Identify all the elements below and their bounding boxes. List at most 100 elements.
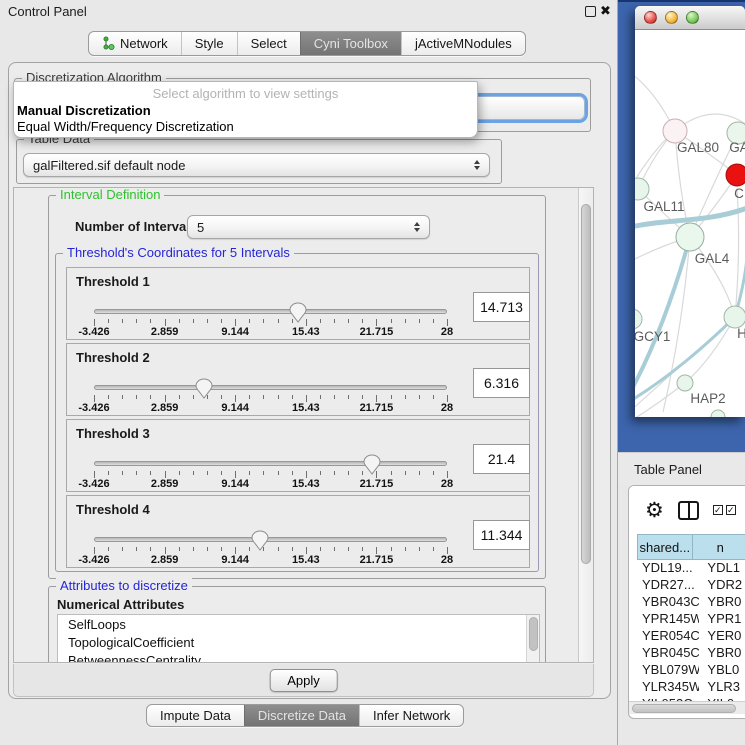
cell[interactable]: YLR345W: [637, 679, 699, 696]
table-row[interactable]: YBL079WYBL0: [629, 662, 745, 679]
tick-mark: [207, 471, 208, 475]
tick-label: -3.426: [78, 478, 109, 490]
tick-mark: [433, 547, 434, 551]
table-row[interactable]: YBR045CYBR0: [629, 645, 745, 662]
bottom-tab-bar: Impute Data Discretize Data Infer Networ…: [146, 704, 464, 727]
threshold-3-value[interactable]: 21.4: [473, 444, 530, 474]
tab-style[interactable]: Style: [181, 32, 237, 55]
table-horizontal-scrollbar-thumb[interactable]: [632, 704, 736, 713]
table-body[interactable]: YDL19...YDL1 YDR27...YDR2 YBR043CYBR0 YP…: [629, 560, 745, 701]
table-data-combo[interactable]: galFiltered.sif default node: [23, 153, 490, 177]
tab-cyni-toolbox[interactable]: Cyni Toolbox: [300, 32, 401, 55]
graph-node[interactable]: [724, 306, 745, 328]
tick-label: -3.426: [78, 402, 109, 414]
zoom-traffic-light[interactable]: [686, 11, 699, 24]
tick-mark: [263, 319, 264, 323]
tab-select[interactable]: Select: [237, 32, 300, 55]
tick-mark: [179, 471, 180, 475]
list-item[interactable]: SelfLoops: [58, 615, 539, 633]
cell[interactable]: YBR045C: [637, 645, 699, 662]
table-row[interactable]: YBR043CYBR0: [629, 594, 745, 611]
cell[interactable]: YBR043C: [637, 594, 699, 611]
cell[interactable]: YBR0: [699, 594, 745, 611]
graph-node[interactable]: [676, 223, 704, 251]
threshold-4-slider[interactable]: [94, 537, 447, 542]
graph-node-label: GAL4: [695, 251, 730, 266]
split-column-icon[interactable]: [678, 501, 699, 520]
cell[interactable]: YBL0: [699, 662, 745, 679]
tab-impute-data[interactable]: Impute Data: [147, 705, 244, 726]
minimize-traffic-light[interactable]: [665, 11, 678, 24]
tab-network[interactable]: Network: [89, 32, 181, 55]
popup-item-manual[interactable]: Manual Discretization: [17, 103, 151, 118]
numerical-attributes-list[interactable]: SelfLoops TopologicalCoefficient Between…: [57, 614, 540, 663]
cell[interactable]: YDL1: [699, 560, 745, 577]
checkbox-icon[interactable]: ✓: [713, 505, 723, 515]
close-icon[interactable]: ✖: [600, 3, 611, 19]
popup-item-equal-width[interactable]: Equal Width/Frequency Discretization: [17, 119, 234, 134]
tab-infer-network[interactable]: Infer Network: [359, 705, 463, 726]
graph-node[interactable]: [677, 375, 693, 391]
tick-mark: [263, 547, 264, 551]
tick-mark: [179, 319, 180, 323]
threshold-3-slider[interactable]: [94, 461, 447, 466]
cell[interactable]: YER054C: [637, 628, 699, 645]
column-header-shared[interactable]: shared...: [637, 534, 693, 560]
network-canvas[interactable]: GAL80GACGAL11GAL4GCY1HHAP2: [635, 30, 745, 417]
cell[interactable]: YPR1: [699, 611, 745, 628]
tick-mark: [334, 319, 335, 323]
threshold-1-value[interactable]: 14.713: [473, 292, 530, 322]
apply-button[interactable]: Apply: [269, 669, 338, 692]
tick-mark: [165, 547, 166, 554]
graph-node[interactable]: [635, 309, 642, 329]
number-of-intervals-combo[interactable]: 5: [187, 215, 430, 239]
list-scrollbar-thumb[interactable]: [529, 617, 538, 651]
cell[interactable]: YER0: [699, 628, 745, 645]
table-card: ⚙ ✓ ✓ shared... n YDL19...YDL1 YDR27...Y…: [628, 485, 745, 719]
tick-mark: [122, 395, 123, 399]
threshold-4-value[interactable]: 11.344: [473, 520, 530, 550]
tick-mark: [306, 395, 307, 402]
table-row[interactable]: YDL19...YDL1: [629, 560, 745, 577]
tick-label: 2.859: [151, 326, 179, 338]
table-row[interactable]: YPR145WYPR1: [629, 611, 745, 628]
app-root: Control Panel ✖ Network Style Select Cyn…: [0, 0, 745, 745]
cell[interactable]: YLR3: [699, 679, 745, 696]
threshold-2-slider[interactable]: [94, 385, 447, 390]
right-side: GAL80GACGAL11GAL4GCY1HHAP2 Table Panel ⚙…: [618, 0, 745, 745]
table-row[interactable]: YLR345WYLR3: [629, 679, 745, 696]
tick-label: 2.859: [151, 402, 179, 414]
table-row[interactable]: YER054CYER0: [629, 628, 745, 645]
cell[interactable]: YBR0: [699, 645, 745, 662]
float-window-icon[interactable]: [585, 6, 596, 17]
tab-discretize-data[interactable]: Discretize Data: [244, 705, 359, 726]
tab-jactivemnodules[interactable]: jActiveMNodules: [401, 32, 525, 55]
cell[interactable]: YDR27...: [637, 577, 699, 594]
select-columns-icons[interactable]: ✓ ✓: [713, 505, 736, 515]
threshold-1-slider[interactable]: [94, 309, 447, 314]
graph-node[interactable]: [726, 164, 745, 186]
cell[interactable]: YDL19...: [637, 560, 699, 577]
checkbox-icon[interactable]: ✓: [726, 505, 736, 515]
cell[interactable]: YDR2: [699, 577, 745, 594]
list-scrollbar[interactable]: [526, 615, 539, 663]
tick-mark: [94, 395, 95, 402]
table-horizontal-scrollbar[interactable]: [629, 701, 745, 714]
close-traffic-light[interactable]: [644, 11, 657, 24]
cell[interactable]: YPR145W: [637, 611, 699, 628]
cell[interactable]: YBL079W: [637, 662, 699, 679]
network-window-titlebar[interactable]: [635, 6, 745, 30]
tick-mark: [405, 547, 406, 551]
graph-node[interactable]: [711, 410, 725, 417]
threshold-2-value[interactable]: 6.316: [473, 368, 530, 398]
panel-title: Control Panel: [8, 4, 87, 19]
table-row[interactable]: YDR27...YDR2: [629, 577, 745, 594]
list-item[interactable]: TopologicalCoefficient: [58, 633, 539, 651]
settings-scrollbar[interactable]: [578, 188, 593, 662]
interval-definition-title: Interval Definition: [56, 187, 164, 202]
settings-scrollbar-thumb[interactable]: [581, 204, 591, 564]
list-item[interactable]: BetweennessCentrality: [58, 651, 539, 663]
tick-mark: [263, 471, 264, 475]
gear-icon[interactable]: ⚙: [645, 500, 664, 521]
column-header-name[interactable]: n: [693, 534, 745, 560]
